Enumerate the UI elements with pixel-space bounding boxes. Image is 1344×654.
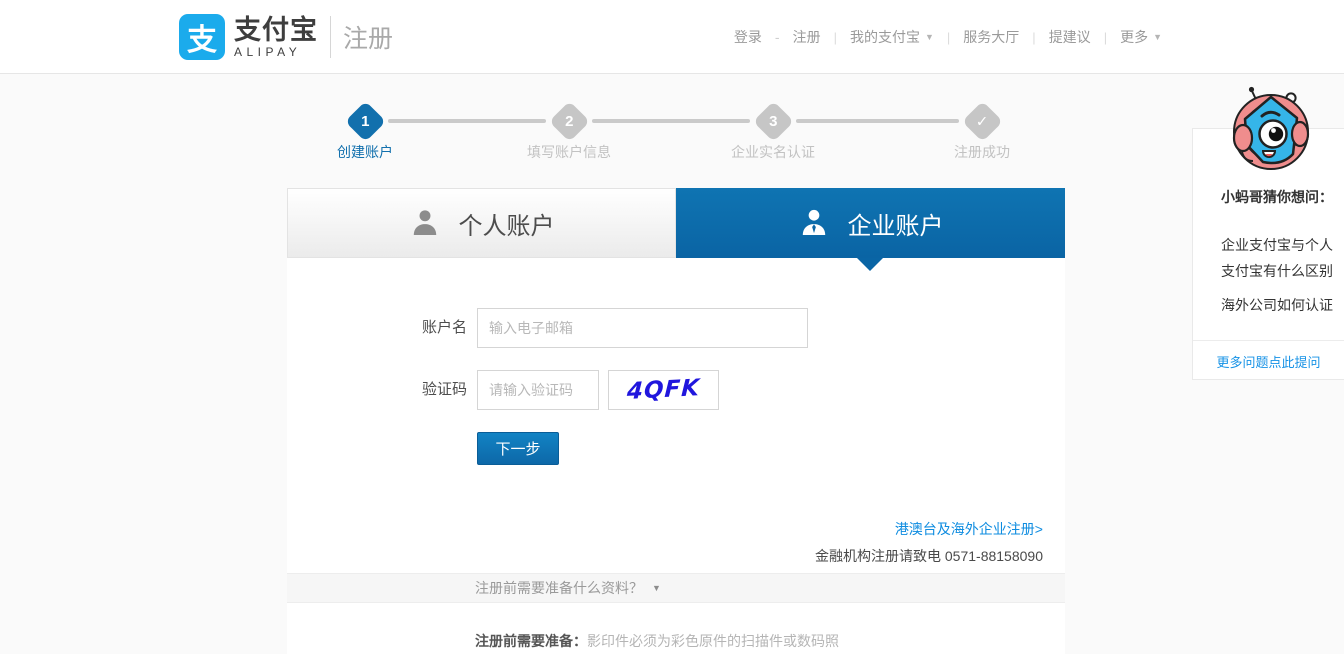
- page-title: 注册: [343, 25, 394, 53]
- step-3-label: 企业实名认证: [731, 144, 815, 160]
- nav-dash: -: [774, 29, 780, 45]
- alipay-logo-icon: 支: [179, 14, 225, 60]
- active-tab-pointer: [857, 258, 883, 271]
- mascot-robot-icon: [1232, 86, 1310, 170]
- captcha-label: 验证码: [421, 381, 467, 398]
- nav-service-hall-link[interactable]: 服务大厅: [963, 27, 1019, 47]
- chevron-down-icon: ▼: [652, 583, 661, 593]
- nav-separator: |: [1103, 29, 1108, 45]
- header: 支 支付宝 ALIPAY 注册 登录 - 注册 | 我的支付宝 ▼ | 服务大厅…: [0, 0, 1344, 74]
- step-3-marker: 3: [752, 100, 795, 143]
- nav-more-menu[interactable]: 更多 ▼: [1120, 27, 1162, 47]
- step-4-label: 注册成功: [954, 144, 1010, 160]
- tab-personal-account[interactable]: 个人账户: [287, 188, 676, 258]
- step-2-label: 填写账户信息: [527, 144, 611, 160]
- captcha-image[interactable]: 4QFK: [608, 370, 719, 410]
- alipay-logo[interactable]: 支 支付宝 ALIPAY 注册: [179, 13, 393, 61]
- step-2-marker: 2: [548, 100, 591, 143]
- nav-register-link[interactable]: 注册: [793, 27, 821, 47]
- step-4-check-icon: ✓: [961, 100, 1004, 143]
- tab-personal-label: 个人账户: [458, 212, 555, 240]
- tab-enterprise-account[interactable]: 企业账户: [676, 188, 1065, 271]
- logo-divider: [330, 16, 331, 58]
- step-connector: [388, 119, 546, 123]
- tab-enterprise-label: 企业账户: [847, 212, 944, 240]
- prepare-bar-label: 注册前需要准备什么资料？: [475, 580, 643, 596]
- nav-separator: |: [1032, 29, 1036, 45]
- help-question-overseas[interactable]: 海外公司如何认证: [1221, 295, 1339, 315]
- chevron-down-icon: ▼: [924, 32, 934, 42]
- top-nav: 登录 - 注册 | 我的支付宝 ▼ | 服务大厅 | 提建议 | 更多 ▼: [734, 0, 1162, 74]
- account-name-label: 账户名: [421, 319, 467, 336]
- nav-separator: |: [946, 29, 951, 45]
- captcha-input[interactable]: [477, 370, 599, 410]
- prepare-note-title: 注册前需要准备：: [475, 633, 587, 649]
- person-icon: [413, 210, 436, 235]
- prepare-note-text: 影印件必须为彩色原件的扫描件或数码照: [587, 633, 839, 649]
- nav-my-alipay-label: 我的支付宝: [849, 29, 920, 45]
- nav-separator: |: [833, 29, 837, 45]
- step-connector: [592, 119, 750, 123]
- account-type-tabs: 个人账户 企业账户: [287, 188, 1065, 271]
- logo-name-en: ALIPAY: [234, 44, 302, 59]
- step-connector: [796, 119, 959, 123]
- next-step-button[interactable]: 下一步: [477, 432, 559, 465]
- finance-institution-note: 金融机构注册请致电 0571-88158090: [815, 548, 1043, 564]
- nav-more-label: 更多: [1120, 29, 1149, 45]
- nav-login-link[interactable]: 登录: [734, 27, 762, 47]
- overseas-register-link[interactable]: 港澳台及海外企业注册>: [895, 519, 1043, 539]
- business-person-icon: [802, 209, 825, 235]
- registration-panel: 个人账户 企业账户 账户名 验证码 4QFK 下一步 港澳台及海外企业注册> 金…: [287, 188, 1065, 654]
- step-1-marker: 1: [344, 100, 387, 143]
- chevron-down-icon: ▼: [1153, 32, 1162, 42]
- logo-name-cn: 支付宝: [234, 14, 318, 45]
- nav-my-alipay-menu[interactable]: 我的支付宝 ▼: [850, 27, 934, 47]
- captcha-code-text: 4QFK: [626, 375, 701, 405]
- help-card-divider: [1193, 340, 1344, 341]
- prepare-materials-accordion[interactable]: 注册前需要准备什么资料？ ▼: [287, 573, 1065, 603]
- prepare-note: 注册前需要准备：影印件必须为彩色原件的扫描件或数码照: [475, 631, 839, 651]
- help-question-difference[interactable]: 企业支付宝与个人支付宝有什么区别: [1221, 232, 1339, 284]
- account-email-input[interactable]: [477, 308, 808, 348]
- step-1-label: 创建账户: [337, 144, 393, 160]
- nav-suggestions-link[interactable]: 提建议: [1049, 27, 1091, 47]
- help-card-title: 小蚂哥猜你想问：: [1221, 189, 1333, 205]
- more-questions-link[interactable]: 更多问题点此提问: [1193, 352, 1344, 371]
- alipay-logo-text: 支付宝 ALIPAY: [234, 14, 318, 59]
